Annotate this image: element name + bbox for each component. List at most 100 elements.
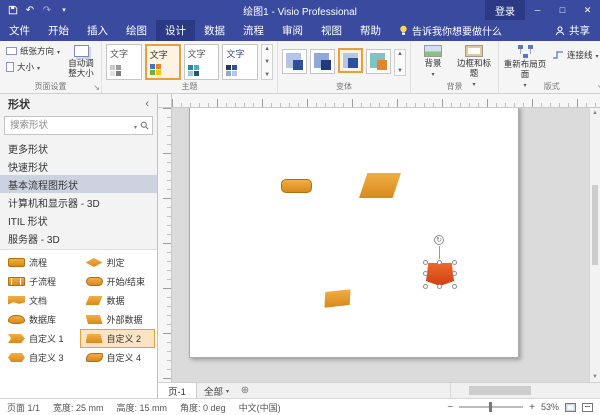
variant-thumbnail-3-selected[interactable] [338,48,363,73]
zoom-slider[interactable] [459,406,523,408]
gallery-scroll-up-icon[interactable]: ▲ [397,51,403,57]
horizontal-ruler[interactable] [172,94,600,108]
canvas-shape-rounded-process[interactable] [281,179,312,193]
canvas-shape-card[interactable] [324,289,352,307]
zoom-out-button[interactable]: − [447,402,453,413]
stencil-basic-flowchart[interactable]: 基本流程图形状 [0,175,157,193]
quick-shapes-item[interactable]: 快速形状 [0,157,157,175]
selection-handle[interactable] [452,284,457,289]
tab-view[interactable]: 视图 [312,20,351,41]
relayout-page-button[interactable]: 重新布局页面 [503,44,547,89]
autosize-button[interactable]: 自动调整大小 [65,44,97,79]
save-button[interactable] [5,2,21,18]
selection-handle[interactable] [452,260,457,265]
tab-insert[interactable]: 插入 [78,20,117,41]
tab-home[interactable]: 开始 [39,20,78,41]
theme-colors-icon [150,64,161,75]
page-tab-1[interactable]: 页-1 [158,383,197,398]
search-shapes-input[interactable] [4,116,153,135]
tab-draw[interactable]: 绘图 [117,20,156,41]
vertical-ruler[interactable] [158,108,172,382]
horizontal-scrollbar-thumb[interactable] [469,386,531,395]
theme-thumbnail-3[interactable]: 文字 [184,44,220,80]
gallery-scroll-up-icon[interactable]: ▲ [264,46,270,52]
connector-button[interactable]: 连接线 [550,48,600,62]
selection-handle[interactable] [437,260,442,265]
scroll-up-icon[interactable]: ▲ [592,110,598,116]
selection-handle[interactable] [423,260,428,265]
stencil-servers-3d[interactable]: 服务器 - 3D [0,229,157,247]
all-pages-button[interactable]: 全部 [197,383,236,398]
horizontal-scrollbar[interactable] [450,383,600,398]
size-button[interactable]: 大小 [4,60,62,74]
drawing-canvas[interactable]: ▲ ▼ [158,94,600,382]
rotation-handle[interactable] [434,235,444,245]
selection-handle[interactable] [423,271,428,276]
master-document[interactable]: 文档 [2,291,78,310]
master-decision[interactable]: 判定 [80,253,156,272]
master-start-end[interactable]: 开始/结束 [80,272,156,291]
stencil-computers-monitors-3d[interactable]: 计算机和显示器 - 3D [0,193,157,211]
variant-thumbnail-4[interactable] [366,49,391,74]
selection-handle[interactable] [437,284,442,289]
scroll-down-icon[interactable]: ▼ [592,374,598,380]
background-button[interactable]: 背景 [415,44,451,79]
theme-thumbnail-2-selected[interactable]: 文字 [145,44,181,80]
master-database[interactable]: 数据库 [2,310,78,329]
master-custom-3[interactable]: 自定义 3 [2,348,78,367]
fit-page-to-window-icon[interactable] [565,403,576,412]
maximize-button[interactable] [550,0,575,20]
canvas-shape-selected-custom[interactable] [426,263,454,286]
stencil-itil-shapes[interactable]: ITIL 形状 [0,211,157,229]
close-button[interactable] [575,0,600,20]
full-screen-icon[interactable] [582,403,593,412]
share-button[interactable]: 共享 [545,20,600,41]
selection-handle[interactable] [452,271,457,276]
theme-thumbnail-4[interactable]: 文字 [222,44,258,80]
group-background: 背景 边框和标题 背景 [411,41,499,93]
zoom-slider-thumb[interactable] [489,402,492,412]
tab-help[interactable]: 帮助 [351,20,390,41]
tab-file[interactable]: 文件 [0,20,39,41]
dialog-launcher-icon[interactable] [93,83,100,93]
master-process[interactable]: 流程 [2,253,78,272]
tab-design[interactable]: 设计 [156,20,195,41]
undo-button[interactable] [22,2,38,18]
tab-process[interactable]: 流程 [234,20,273,41]
tab-review[interactable]: 审阅 [273,20,312,41]
tab-data[interactable]: 数据 [195,20,234,41]
minimize-button[interactable] [525,0,550,20]
customize-quick-access-button[interactable] [56,2,72,18]
zoom-in-button[interactable]: + [529,402,535,413]
master-subprocess[interactable]: 子流程 [2,272,78,291]
vertical-scrollbar-thumb[interactable] [592,185,598,265]
master-custom-4[interactable]: 自定义 4 [80,348,156,367]
variant-thumbnail-2[interactable] [310,49,335,74]
sign-in-button[interactable]: 登录 [485,0,525,20]
vertical-scrollbar[interactable]: ▲ ▼ [589,108,600,382]
master-custom-1[interactable]: 自定义 1 [2,329,78,348]
borders-titles-button[interactable]: 边框和标题 [454,44,494,88]
search-icon[interactable] [140,121,149,130]
more-shapes-item[interactable]: 更多形状 [0,139,157,157]
tell-me-box[interactable]: 告诉我你想要做什么 [390,20,511,41]
master-custom-2-selected[interactable]: 自定义 2 [80,329,156,348]
zoom-level[interactable]: 53% [541,402,559,412]
redo-button[interactable] [39,2,55,18]
chevron-down-icon [37,62,40,72]
theme-thumbnail-1[interactable]: 文字 [106,44,142,80]
document-shape-icon [8,296,25,305]
canvas-shape-data-parallelogram[interactable] [359,173,401,198]
orientation-button[interactable]: 纸张方向 [4,44,62,58]
variant-thumbnail-1[interactable] [282,49,307,74]
search-options-icon[interactable] [134,116,137,134]
gallery-scroll-down-icon[interactable]: ▼ [264,59,270,65]
gallery-more-icon[interactable]: ▼ [397,68,403,74]
gallery-more-icon[interactable]: ▼ [264,72,270,78]
master-data[interactable]: 数据 [80,291,156,310]
master-external-data[interactable]: 外部数据 [80,310,156,329]
selection-handle[interactable] [423,284,428,289]
drawing-page[interactable] [189,106,519,358]
insert-page-button[interactable] [236,383,254,398]
collapse-panel-icon[interactable] [145,98,149,110]
